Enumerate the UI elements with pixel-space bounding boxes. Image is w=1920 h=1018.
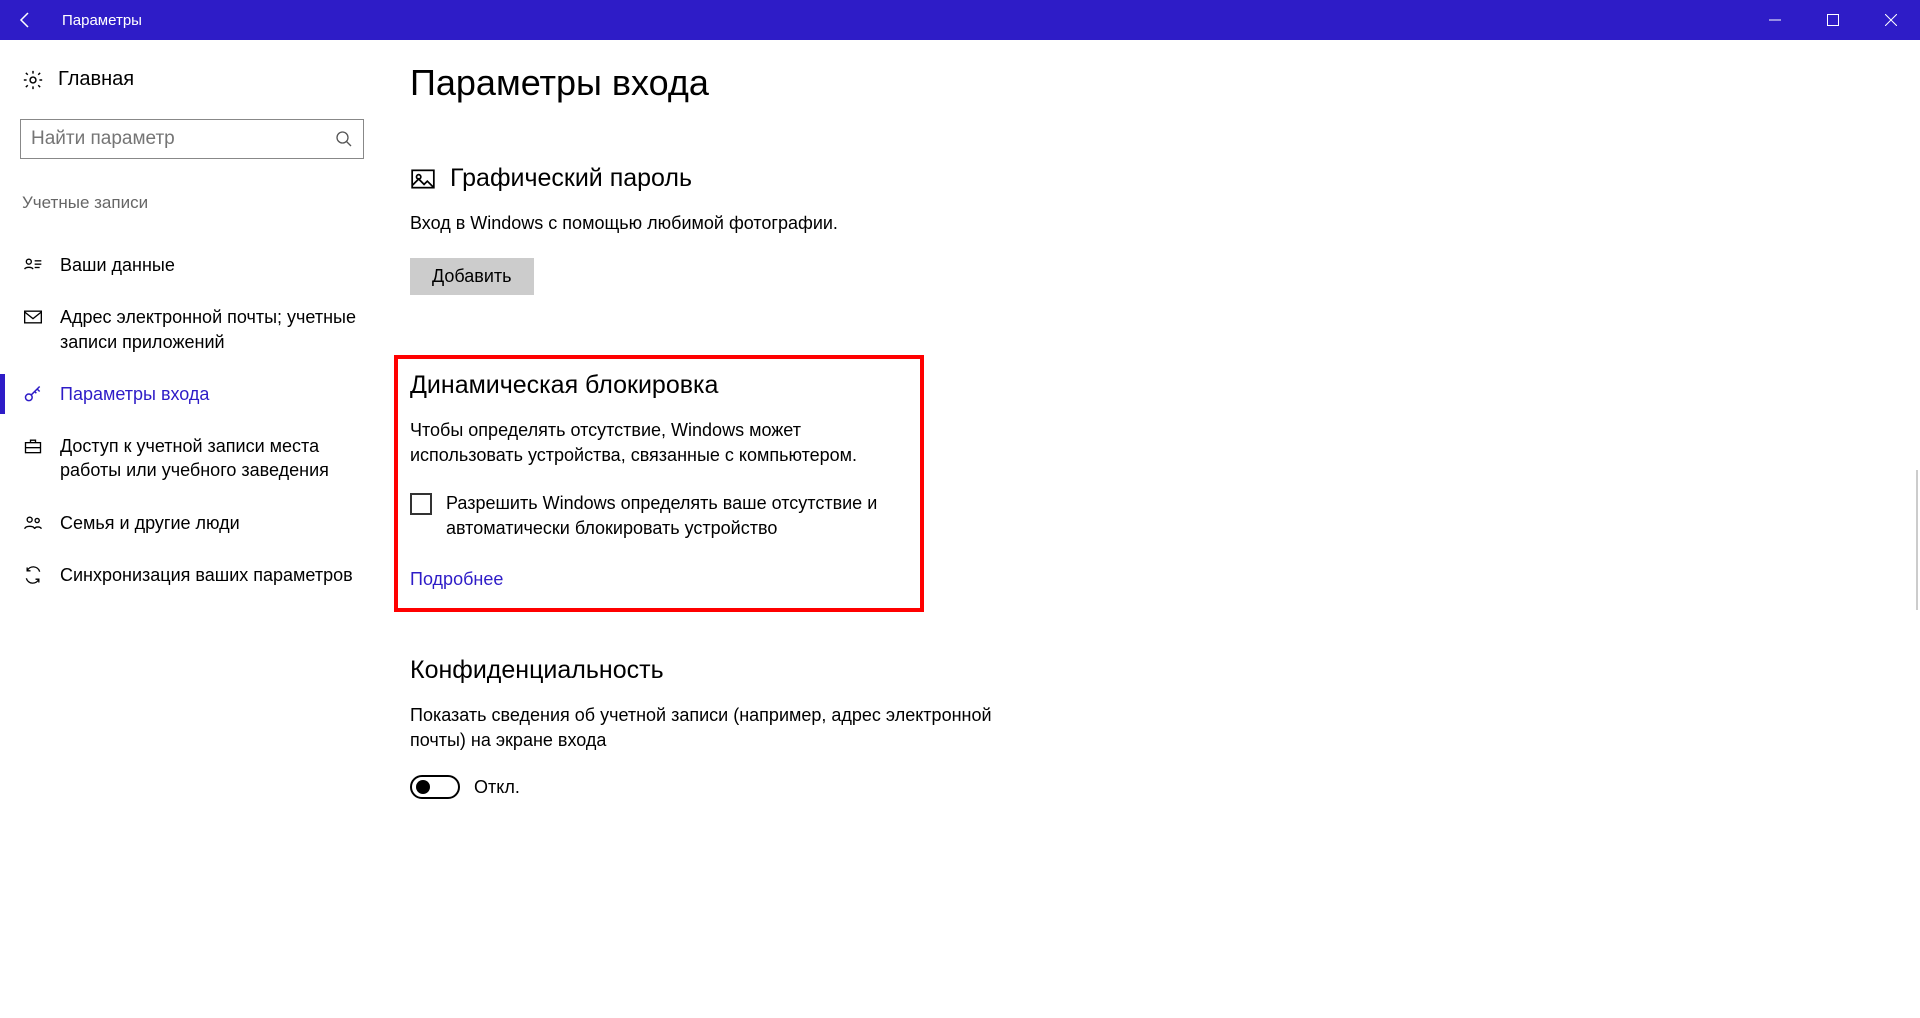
person-card-icon (22, 255, 44, 275)
sidebar-item-family[interactable]: Семья и другие люди (20, 497, 370, 549)
sidebar-group-title: Учетные записи (22, 193, 370, 213)
scrollbar[interactable] (1916, 470, 1918, 610)
section-heading: Графический пароль (450, 164, 692, 193)
sidebar-item-label: Доступ к учетной записи места работы или… (60, 434, 368, 483)
sidebar-item-email-accounts[interactable]: Адрес электронной почты; учетные записи … (20, 291, 370, 368)
sidebar-item-signin-options[interactable]: Параметры входа (20, 368, 370, 420)
sidebar-home[interactable]: Главная (22, 68, 370, 91)
minimize-button[interactable] (1746, 0, 1804, 40)
checkbox-label: Разрешить Windows определять ваше отсутс… (446, 491, 908, 541)
section-privacy: Конфиденциальность Показать сведения об … (410, 656, 1050, 799)
sidebar-item-label: Семья и другие люди (60, 511, 240, 535)
dynamic-lock-checkbox[interactable] (410, 493, 432, 515)
mail-icon (22, 307, 44, 327)
sidebar-item-label: Синхронизация ваших параметров (60, 563, 353, 587)
section-picture-password: Графический пароль Вход в Windows с помо… (410, 164, 1050, 295)
people-icon (22, 513, 44, 533)
sidebar-item-label: Адрес электронной почты; учетные записи … (60, 305, 368, 354)
sidebar-home-label: Главная (58, 68, 134, 91)
section-dynamic-lock: Динамическая блокировка Чтобы определять… (394, 355, 924, 612)
sidebar-item-sync[interactable]: Синхронизация ваших параметров (20, 549, 370, 601)
section-heading: Динамическая блокировка (410, 371, 908, 400)
sidebar-item-label: Параметры входа (60, 382, 209, 406)
back-button[interactable] (0, 0, 52, 40)
page-title: Параметры входа (410, 62, 1920, 104)
privacy-toggle[interactable] (410, 775, 460, 799)
section-heading: Конфиденциальность (410, 656, 1050, 685)
key-icon (22, 384, 44, 404)
maximize-button[interactable] (1804, 0, 1862, 40)
search-field[interactable] (31, 128, 335, 150)
content-area: Параметры входа Графический пароль Вход … (390, 40, 1920, 1018)
section-description: Вход в Windows с помощью любимой фотогра… (410, 211, 1050, 236)
sidebar: Главная Учетные записи Ваши данные Адрес… (0, 40, 390, 1018)
gear-icon (22, 69, 44, 91)
sidebar-item-work-school[interactable]: Доступ к учетной записи места работы или… (20, 420, 370, 497)
sidebar-item-label: Ваши данные (60, 253, 175, 277)
sync-icon (22, 565, 44, 585)
search-input[interactable] (20, 119, 364, 159)
toggle-state-label: Откл. (474, 777, 520, 798)
section-description: Чтобы определять отсутствие, Windows мож… (410, 418, 908, 468)
picture-icon (410, 166, 436, 192)
window-title: Параметры (62, 12, 142, 29)
section-description: Показать сведения об учетной записи (нап… (410, 703, 1050, 753)
learn-more-link[interactable]: Подробнее (410, 569, 503, 589)
sidebar-item-your-info[interactable]: Ваши данные (20, 239, 370, 291)
add-button[interactable]: Добавить (410, 258, 534, 295)
search-icon (335, 130, 353, 148)
close-button[interactable] (1862, 0, 1920, 40)
briefcase-icon (22, 436, 44, 456)
titlebar: Параметры (0, 0, 1920, 40)
